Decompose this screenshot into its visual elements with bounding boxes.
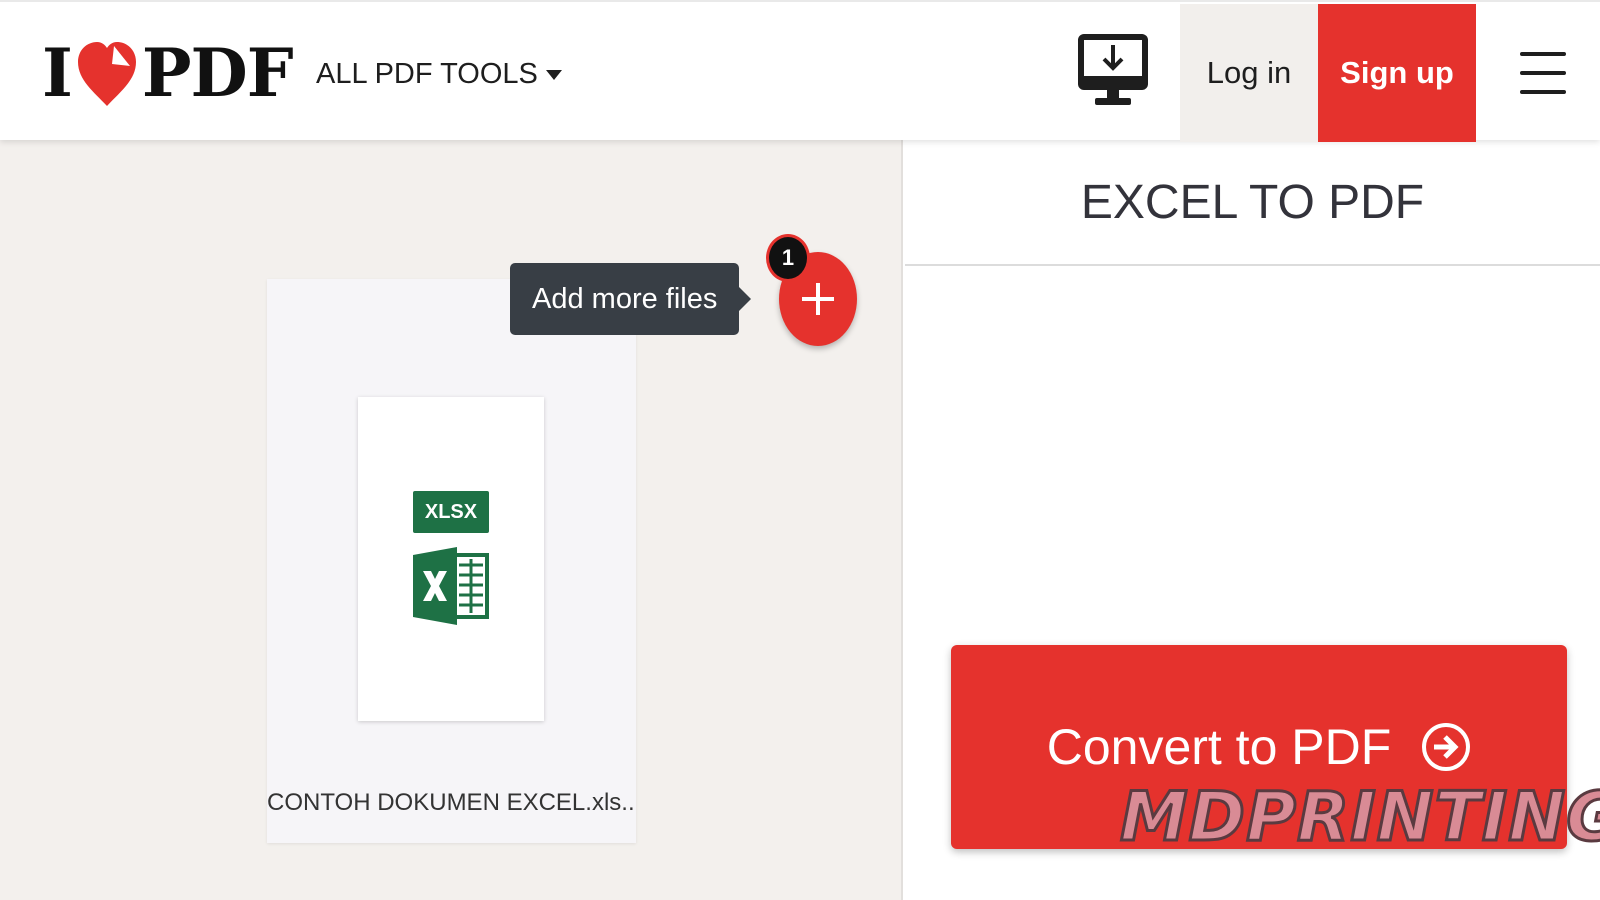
hamburger-line bbox=[1520, 71, 1566, 75]
add-more-files-tooltip: Add more files bbox=[510, 263, 752, 335]
watermark-text: MDPRINTING bbox=[1119, 777, 1600, 859]
logo-letter-i: I bbox=[42, 34, 73, 112]
caret-down-icon bbox=[545, 69, 562, 80]
excel-icon bbox=[413, 547, 489, 625]
ilovepdf-logo[interactable]: I PDF bbox=[42, 34, 294, 112]
login-button[interactable]: Log in bbox=[1180, 4, 1318, 142]
signup-button[interactable]: Sign up bbox=[1318, 4, 1476, 142]
desktop-download-button[interactable] bbox=[1078, 34, 1148, 110]
tools-menu-label: ALL PDF TOOLS bbox=[316, 58, 538, 90]
hamburger-line bbox=[1520, 90, 1566, 94]
top-navbar: I PDF ALL PDF TOOLS Log in Sign up bbox=[0, 0, 1600, 142]
desktop-download-icon bbox=[1078, 34, 1148, 105]
all-pdf-tools-dropdown[interactable]: ALL PDF TOOLS bbox=[316, 58, 562, 91]
xlsx-badge: XLSX bbox=[413, 491, 489, 533]
convert-button-label: Convert to PDF bbox=[1046, 719, 1392, 775]
tool-title: EXCEL TO PDF bbox=[905, 140, 1600, 266]
file-name-label: CONTOH DOKUMEN EXCEL.xls... bbox=[267, 789, 636, 816]
hamburger-icon[interactable] bbox=[1520, 52, 1566, 94]
file-card[interactable]: XLSX CONTOH DOKUMEN EXCEL.xls... bbox=[267, 279, 636, 843]
arrow-right-circle-icon bbox=[1422, 723, 1471, 771]
logo-letters-pdf: PDF bbox=[141, 34, 294, 112]
file-workspace: XLSX CONTOH DOKUMEN EXCEL.xls... Add mor… bbox=[0, 140, 903, 900]
plus-icon bbox=[802, 283, 834, 315]
heart-icon bbox=[77, 42, 136, 106]
hamburger-line bbox=[1520, 52, 1566, 56]
file-thumbnail: XLSX bbox=[358, 397, 544, 721]
file-count-badge: 1 bbox=[766, 234, 810, 282]
